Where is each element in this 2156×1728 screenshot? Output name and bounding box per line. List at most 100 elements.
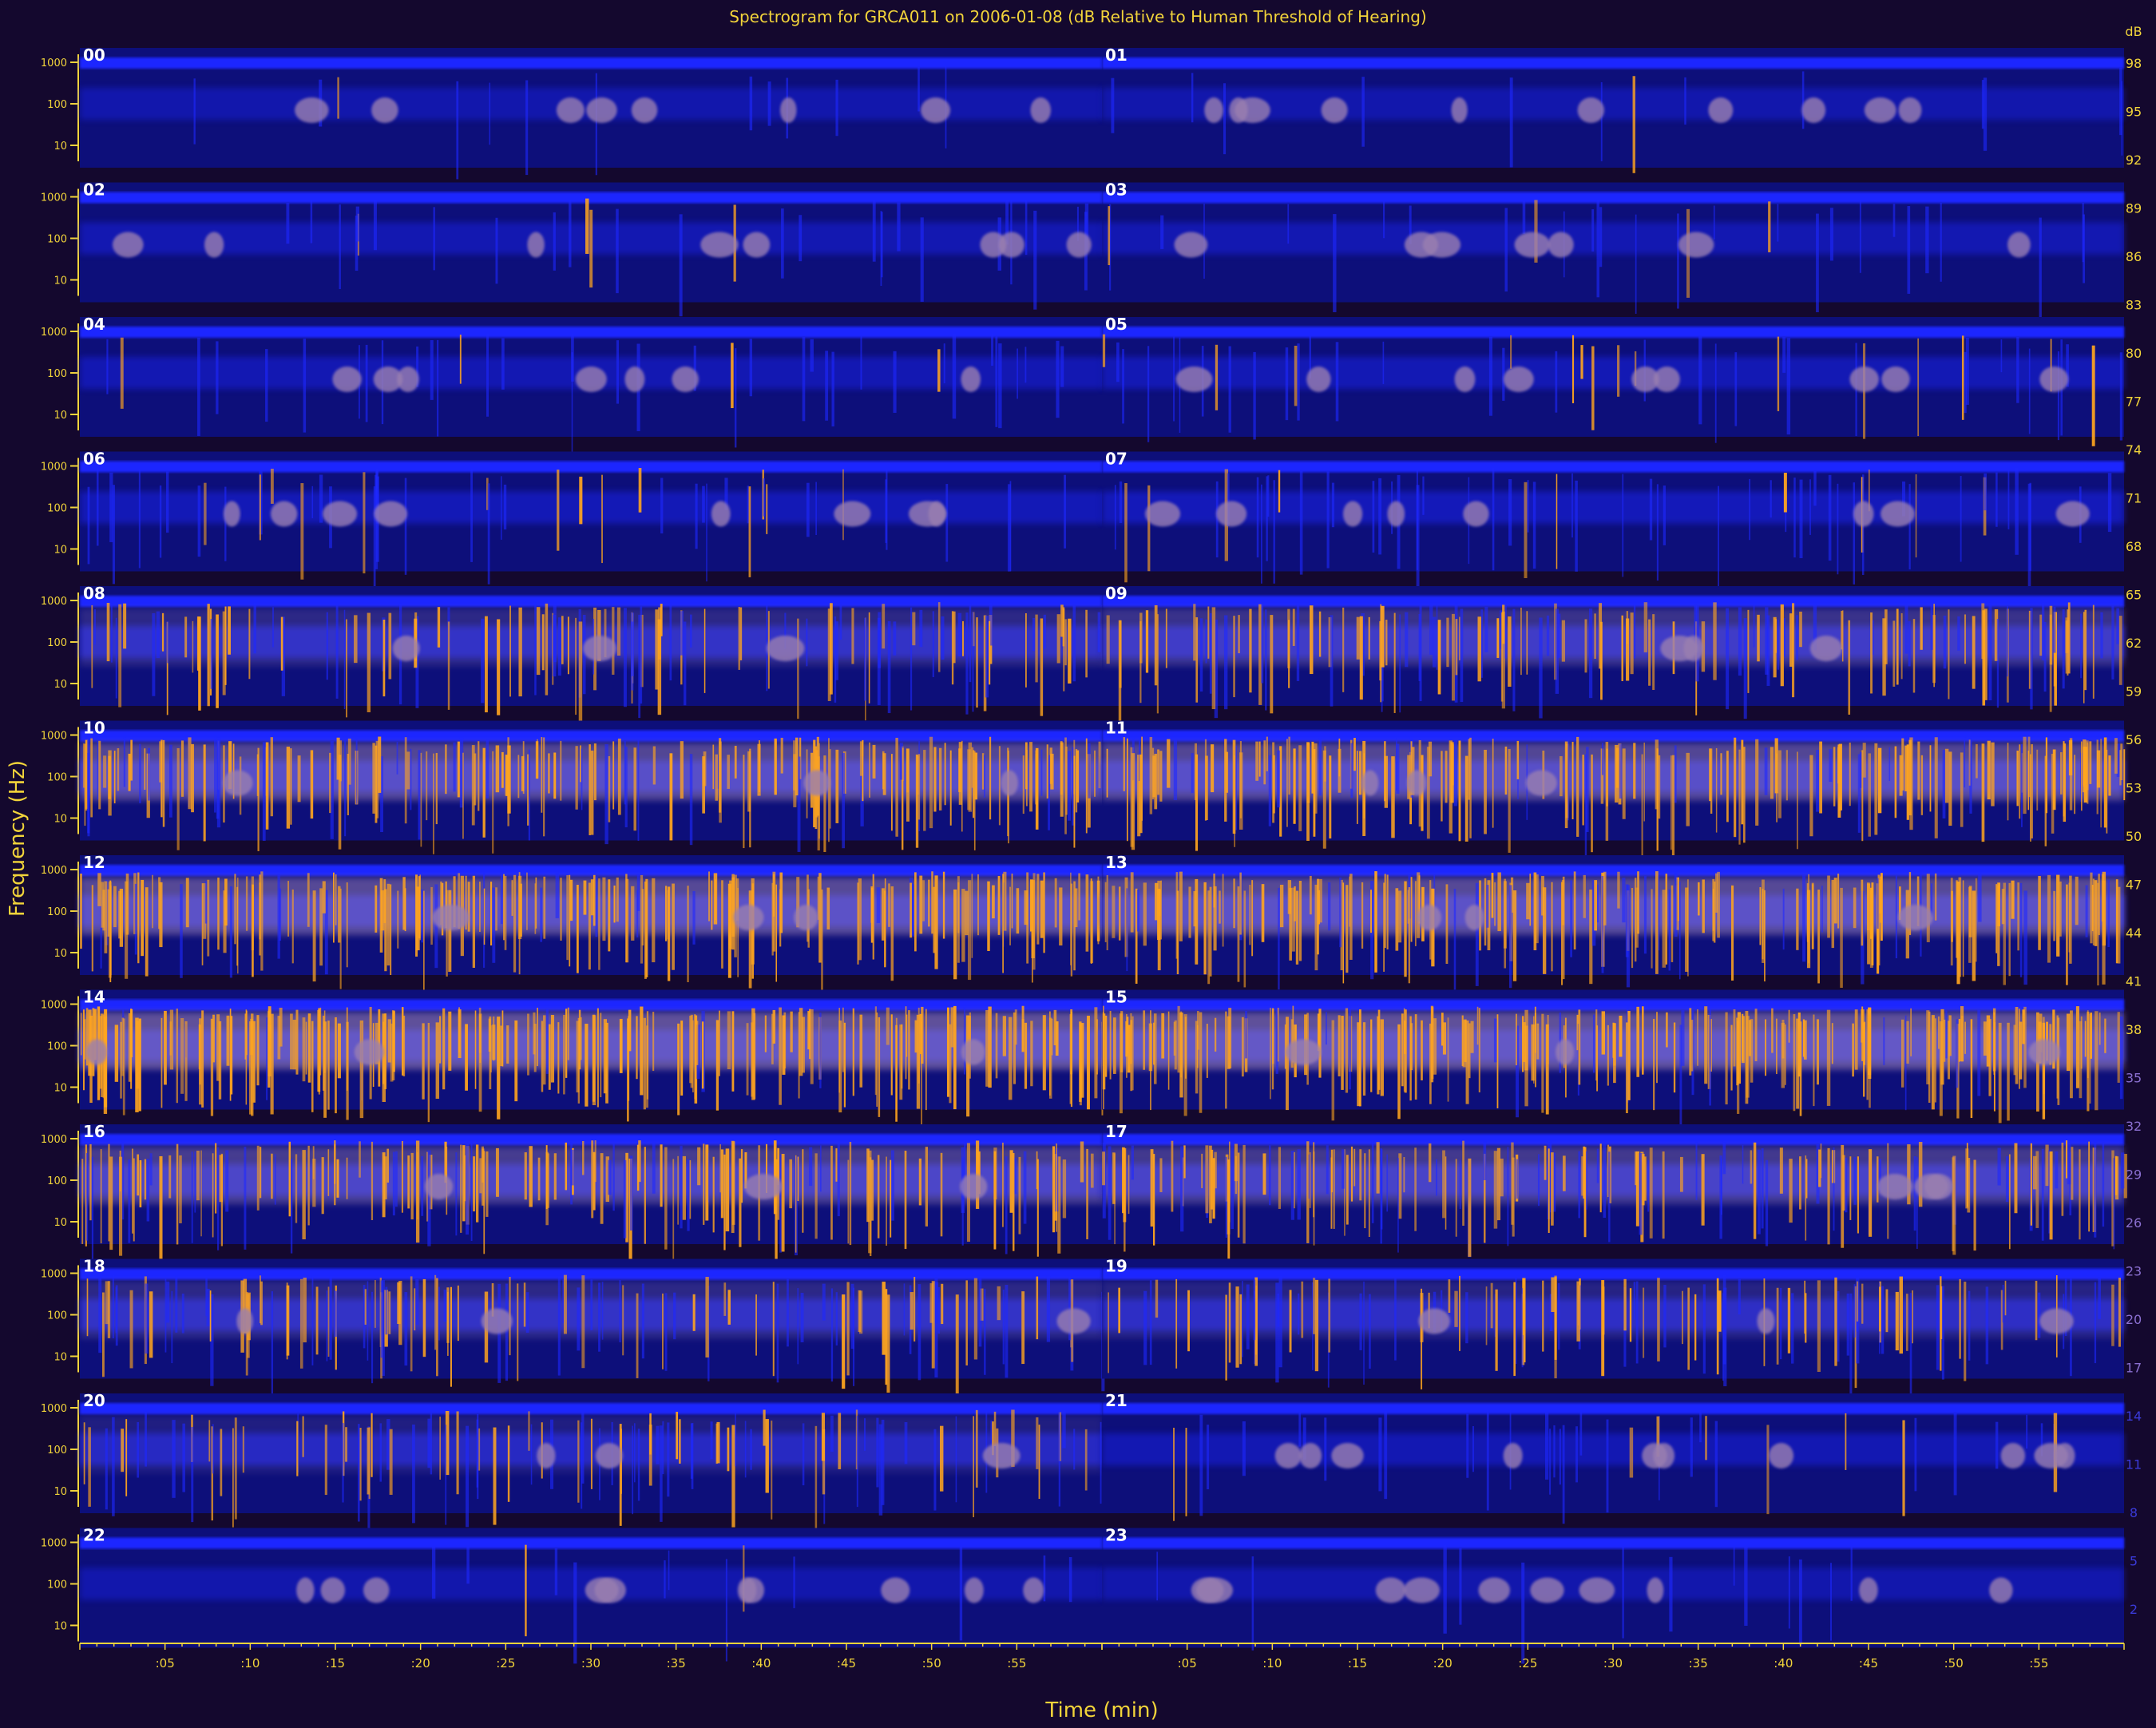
hour-label: 20: [83, 1391, 105, 1410]
transient-event: [1359, 1009, 1361, 1107]
transient-event: [967, 749, 971, 810]
transient-event: [1601, 1011, 1606, 1055]
transient-event: [680, 1021, 684, 1096]
transient-event: [389, 1429, 393, 1495]
transient-event: [580, 745, 581, 783]
transient-event: [280, 616, 283, 671]
transient-event: [1834, 1277, 1837, 1366]
transient-event: [443, 1290, 447, 1322]
transient-event: [2100, 612, 2103, 659]
transient-event: [1437, 620, 1441, 695]
transient-event: [1934, 1018, 1936, 1103]
transient-event: [216, 614, 219, 708]
transient-event: [1353, 1148, 1356, 1187]
transient-event: [1293, 748, 1296, 824]
transient-event: [226, 1015, 230, 1066]
transient-event: [882, 751, 885, 790]
transient-event: [1285, 347, 1289, 421]
transient-event: [2011, 880, 2015, 919]
transient-event: [545, 1151, 549, 1226]
transient-event: [1265, 609, 1267, 711]
transient-event: [89, 1143, 92, 1221]
transient-event: [933, 747, 937, 812]
transient-event: [817, 876, 819, 920]
transient-event: [1968, 1290, 1971, 1361]
transient-event: [1643, 602, 1648, 652]
transient-event: [1816, 213, 1819, 313]
transient-event: [327, 1286, 330, 1357]
transient-event: [1078, 873, 1080, 921]
sound-event-blob: [1514, 232, 1551, 258]
transient-event: [1942, 750, 1946, 818]
transient-event: [346, 1157, 348, 1199]
transient-event: [410, 748, 412, 810]
sound-event-blob: [779, 97, 797, 123]
y-tick-label: 10: [54, 1217, 67, 1229]
transient-event: [229, 886, 233, 978]
transient-event: [1339, 878, 1342, 948]
transient-event: [1639, 1152, 1643, 1235]
transient-event: [1799, 479, 1803, 558]
y-tick-label: 100: [47, 637, 67, 649]
transient-event: [215, 1143, 217, 1214]
transient-event: [1056, 340, 1060, 418]
transient-event: [1177, 1005, 1180, 1073]
transient-event: [1551, 1152, 1554, 1226]
sound-event-blob: [295, 97, 329, 123]
transient-event: [1720, 753, 1722, 795]
transient-event: [1361, 77, 1365, 147]
transient-event: [1289, 1290, 1292, 1353]
transient-event: [638, 1140, 641, 1183]
transient-event: [1484, 606, 1488, 652]
transient-event: [541, 614, 545, 671]
x-tick-label: :55: [1007, 1656, 1026, 1671]
sound-event-blob: [2039, 1308, 2074, 1334]
transient-event: [1992, 1008, 1996, 1072]
transient-event: [524, 1152, 527, 1200]
transient-event: [2091, 885, 2094, 932]
transient-event: [115, 617, 117, 699]
transient-event: [695, 483, 698, 549]
transient-event: [466, 1142, 470, 1235]
transient-event: [2045, 1144, 2049, 1187]
transient-event: [1747, 609, 1750, 693]
transient-event: [2066, 1013, 2071, 1072]
transient-event: [965, 1280, 968, 1365]
transient-event: [84, 743, 86, 826]
transient-event: [561, 616, 564, 664]
transient-event: [1997, 885, 2000, 966]
transient-event: [1328, 882, 1331, 931]
transient-event: [1035, 753, 1039, 805]
transient-event: [474, 1010, 477, 1089]
transient-event: [1261, 603, 1264, 684]
transient-event: [1286, 739, 1288, 827]
transient-event: [1341, 1016, 1344, 1090]
transient-event: [1808, 874, 1809, 964]
transient-event: [1686, 879, 1689, 977]
transient-event: [886, 469, 888, 550]
transient-event: [1910, 1008, 1912, 1056]
sound-event-blob: [270, 501, 298, 527]
transient-event: [933, 1429, 937, 1511]
transient-event: [1817, 1280, 1821, 1373]
transient-event: [1338, 738, 1341, 777]
sound-event-blob: [481, 1308, 513, 1334]
transient-event: [1429, 1143, 1432, 1183]
transient-event: [835, 79, 838, 137]
transient-event: [903, 1283, 906, 1336]
transient-event: [1333, 214, 1337, 312]
top-frequency-band: [80, 1537, 1102, 1549]
transient-event: [814, 1153, 818, 1239]
transient-event: [1561, 620, 1565, 662]
transient-event: [1715, 873, 1718, 913]
transient-event: [1279, 884, 1284, 928]
transient-event: [1943, 615, 1947, 669]
transient-event: [1266, 736, 1268, 771]
x-tick-label: :35: [1689, 1656, 1708, 1671]
transient-event: [1658, 875, 1660, 951]
transient-event: [751, 1008, 755, 1100]
transient-event: [1026, 872, 1029, 964]
transient-event: [534, 604, 537, 696]
transient-event: [1108, 1146, 1112, 1240]
transient-event: [242, 1426, 244, 1473]
